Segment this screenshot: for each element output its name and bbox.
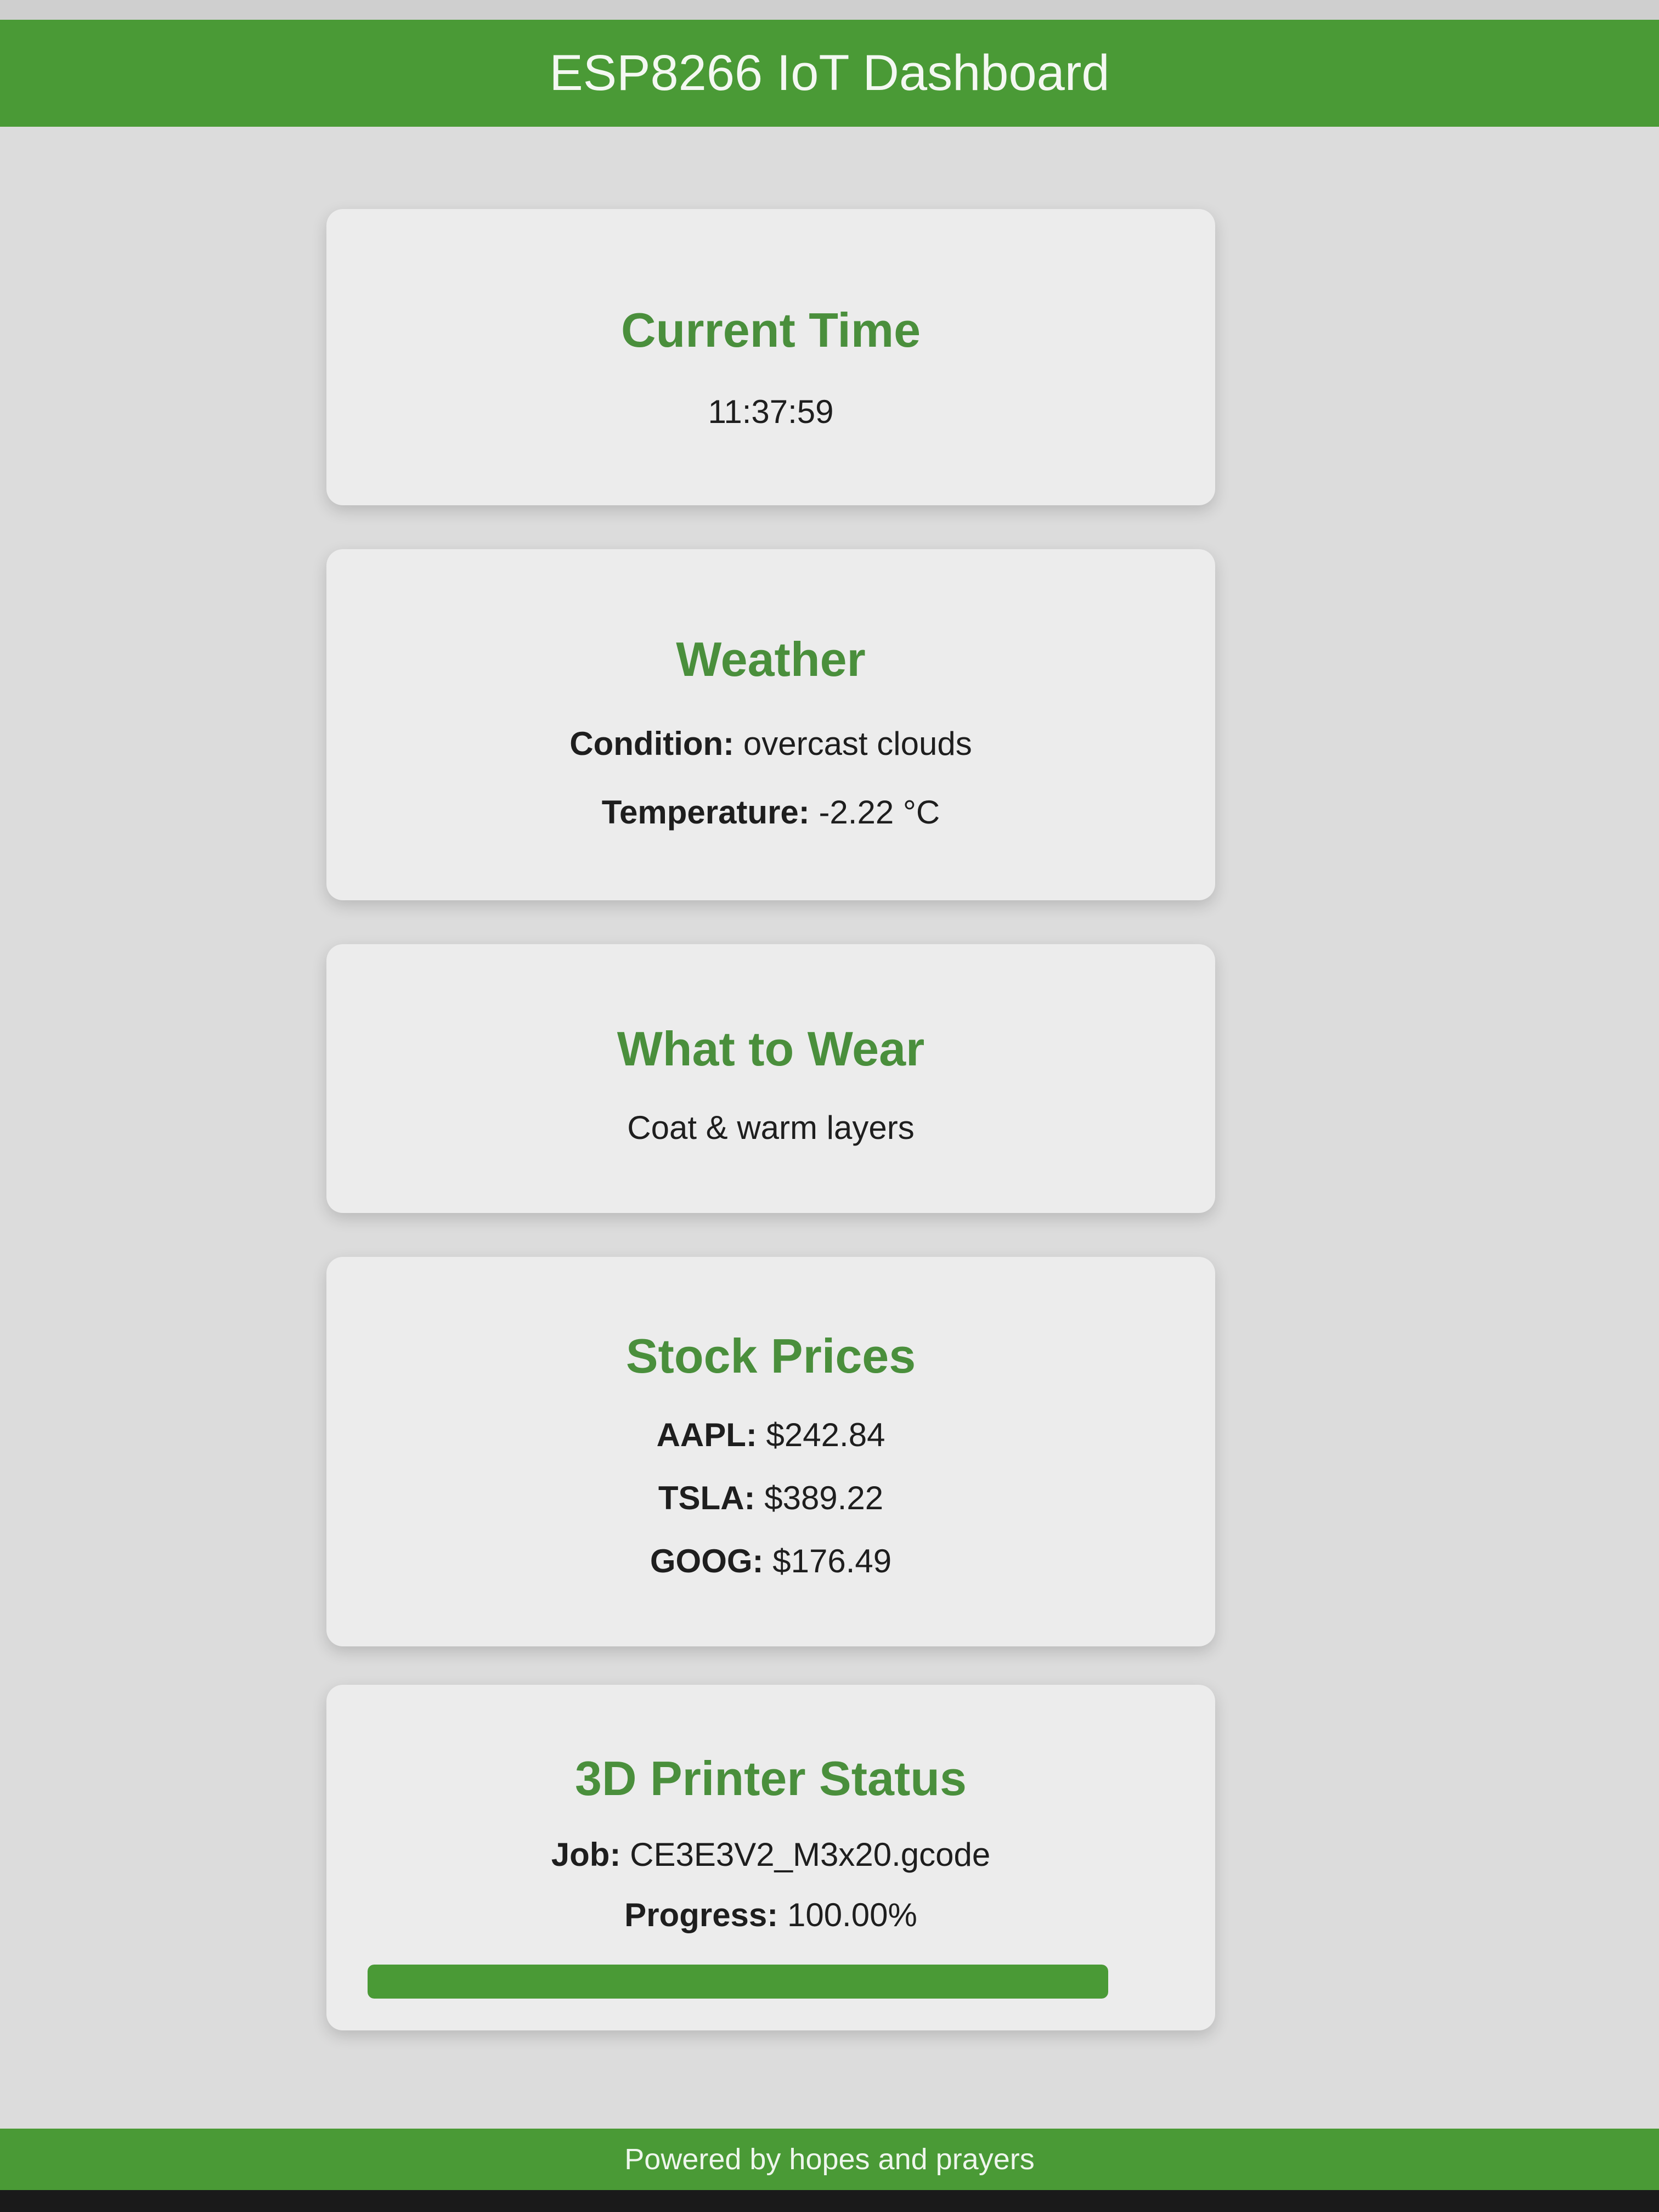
wear-card: What to Wear Coat & warm layers (326, 944, 1215, 1213)
time-card-title: Current Time (620, 303, 921, 357)
page-header: ESP8266 IoT Dashboard (0, 20, 1659, 127)
weather-condition-label: Condition: (569, 725, 735, 762)
weather-condition-value: overcast clouds (743, 725, 972, 762)
printer-progress-fill (368, 1965, 1108, 1999)
stock-symbol: TSLA: (658, 1480, 755, 1516)
stock-symbol: GOOG: (650, 1543, 764, 1579)
stock-symbol: AAPL: (656, 1417, 757, 1453)
page-title: ESP8266 IoT Dashboard (549, 45, 1110, 101)
stock-item-aapl: AAPL: $242.84 (326, 1416, 1215, 1454)
page-footer: Powered by hopes and prayers (0, 2129, 1659, 2190)
weather-card-title: Weather (676, 632, 866, 686)
weather-temperature-label: Temperature: (601, 794, 810, 831)
footer-text: Powered by hopes and prayers (624, 2143, 1035, 2176)
printer-progress: Progress: 100.00% (326, 1896, 1215, 1934)
current-time-value: 11:37:59 (708, 393, 834, 430)
printer-progress-value: 100.00% (787, 1897, 917, 1933)
weather-card: Weather Condition: overcast clouds Tempe… (326, 549, 1215, 900)
time-card: Current Time 11:37:59 (326, 209, 1215, 505)
stock-item-goog: GOOG: $176.49 (326, 1542, 1215, 1580)
printer-progress-bar (368, 1965, 1108, 1999)
stocks-card: Stock Prices AAPL: $242.84 TSLA: $389.22… (326, 1257, 1215, 1646)
stock-price: $176.49 (772, 1543, 892, 1579)
browser-chrome-strip (0, 0, 1659, 20)
printer-progress-label: Progress: (624, 1897, 778, 1933)
screen-bezel (0, 2190, 1659, 2212)
wear-card-title: What to Wear (617, 1022, 925, 1076)
printer-job: Job: CE3E3V2_M3x20.gcode (326, 1836, 1215, 1874)
wear-recommendation: Coat & warm layers (627, 1109, 915, 1146)
stocks-card-title: Stock Prices (625, 1329, 916, 1383)
printer-card: 3D Printer Status Job: CE3E3V2_M3x20.gco… (326, 1685, 1215, 2030)
stock-price: $242.84 (766, 1417, 885, 1453)
printer-job-value: CE3E3V2_M3x20.gcode (630, 1836, 991, 1873)
weather-condition: Condition: overcast clouds (326, 725, 1215, 763)
printer-card-title: 3D Printer Status (575, 1751, 967, 1805)
stock-item-tsla: TSLA: $389.22 (326, 1479, 1215, 1517)
printer-job-label: Job: (551, 1836, 621, 1873)
weather-temperature: Temperature: -2.22 °C (326, 793, 1215, 831)
stock-price: $389.22 (764, 1480, 884, 1516)
weather-temperature-value: -2.22 °C (819, 794, 940, 831)
